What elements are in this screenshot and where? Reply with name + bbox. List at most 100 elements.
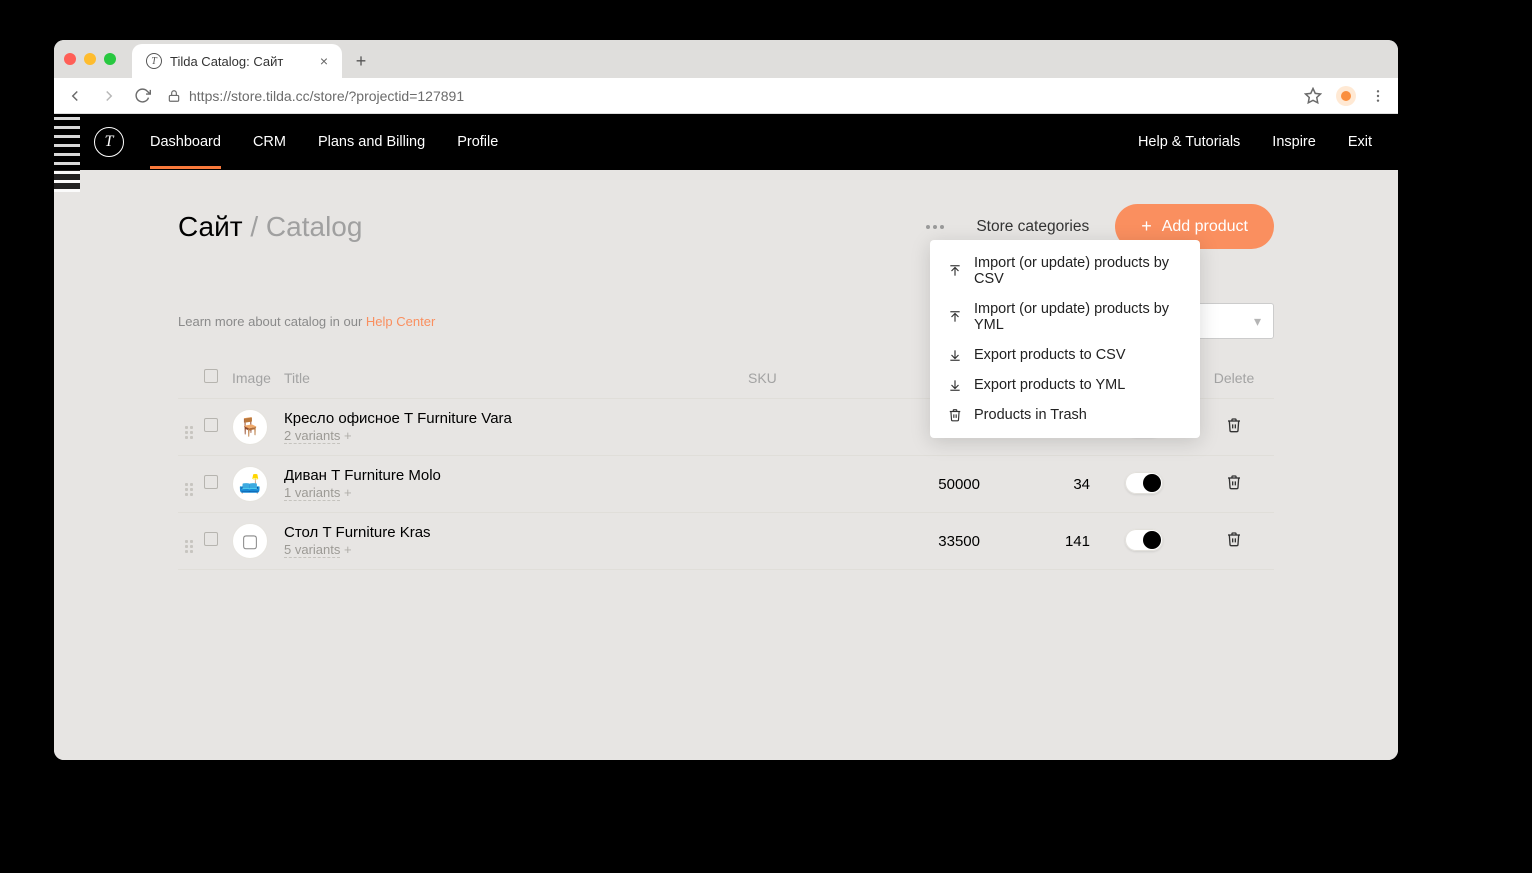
add-variant-icon[interactable]: +: [340, 428, 351, 443]
browser-menu-icon[interactable]: [1370, 88, 1386, 104]
add-variant-icon[interactable]: +: [340, 542, 351, 557]
nav-exit[interactable]: Exit: [1348, 134, 1372, 150]
dd-label: Export products to YML: [974, 377, 1125, 393]
row-checkbox[interactable]: [204, 418, 218, 432]
dd-label: Products in Trash: [974, 407, 1087, 423]
url-text: https://store.tilda.cc/store/?projectid=…: [189, 88, 464, 104]
product-sku: [744, 399, 864, 456]
table-row: 🛋️ Диван T Furniture Molo 1 variants + 5…: [178, 456, 1274, 513]
drag-handle[interactable]: [178, 399, 200, 456]
col-delete: Delete: [1194, 361, 1274, 399]
dd-label: Import (or update) products by CSV: [974, 255, 1182, 287]
product-thumb[interactable]: 🛋️: [232, 466, 268, 502]
product-thumb[interactable]: 🪑: [232, 409, 268, 445]
viewport: T Tilda Catalog: Сайт × + https://store.…: [0, 0, 1532, 873]
product-sku: [744, 513, 864, 570]
close-window-icon[interactable]: [64, 53, 76, 65]
drag-handle[interactable]: [178, 513, 200, 570]
nav-profile[interactable]: Profile: [457, 116, 498, 168]
learn-more: Learn more about catalog in our Help Cen…: [178, 314, 435, 329]
product-price: 33500: [864, 513, 984, 570]
chevron-down-icon: ▾: [1254, 313, 1261, 330]
lock-icon: [167, 89, 181, 103]
product-sku: [744, 456, 864, 513]
product-variants[interactable]: 5 variants: [284, 542, 340, 558]
row-checkbox[interactable]: [204, 475, 218, 489]
col-title: Title: [280, 361, 744, 399]
star-icon[interactable]: [1304, 87, 1322, 105]
decorative-stripe: [54, 114, 80, 192]
row-checkbox[interactable]: [204, 532, 218, 546]
page-header: Сайт / Catalog Store categories + Add pr…: [178, 170, 1274, 277]
top-nav: T Dashboard CRM Plans and Billing Profil…: [54, 114, 1398, 170]
add-product-label: Add product: [1162, 218, 1248, 236]
upload-icon: [948, 264, 962, 278]
nav-links: Dashboard CRM Plans and Billing Profile: [150, 116, 498, 168]
nav-plans[interactable]: Plans and Billing: [318, 116, 425, 168]
view-toggle[interactable]: [1125, 472, 1163, 494]
breadcrumb-site[interactable]: Сайт: [178, 211, 243, 242]
logo-icon[interactable]: T: [94, 127, 124, 157]
delete-button[interactable]: [1226, 474, 1242, 490]
table-row: ▢ Стол T Furniture Kras 5 variants + 335…: [178, 513, 1274, 570]
store-categories-link[interactable]: Store categories: [976, 218, 1089, 236]
delete-button[interactable]: [1226, 531, 1242, 547]
breadcrumb-section: Catalog: [266, 211, 363, 242]
dd-label: Export products to CSV: [974, 347, 1126, 363]
nav-back-icon[interactable]: [66, 87, 84, 105]
tab-title: Tilda Catalog: Сайт: [170, 54, 283, 69]
more-menu-button[interactable]: [920, 219, 950, 235]
drag-handle[interactable]: [178, 456, 200, 513]
product-qty: 141: [984, 513, 1094, 570]
col-image: Image: [228, 361, 280, 399]
maximize-window-icon[interactable]: [104, 53, 116, 65]
nav-crm[interactable]: CRM: [253, 116, 286, 168]
window-controls: [64, 40, 132, 78]
download-icon: [948, 378, 962, 392]
dd-export-csv[interactable]: Export products to CSV: [930, 340, 1200, 370]
site: T Dashboard CRM Plans and Billing Profil…: [54, 114, 1398, 760]
product-title[interactable]: Кресло офисное T Furniture Vara: [284, 410, 740, 427]
add-variant-icon[interactable]: +: [340, 485, 351, 500]
delete-button[interactable]: [1226, 417, 1242, 433]
dd-label: Import (or update) products by YML: [974, 301, 1182, 333]
nav-right: Help & Tutorials Inspire Exit: [1138, 134, 1372, 150]
download-icon: [948, 348, 962, 362]
help-center-link[interactable]: Help Center: [366, 314, 435, 329]
address-bar: https://store.tilda.cc/store/?projectid=…: [54, 78, 1398, 114]
nav-inspire[interactable]: Inspire: [1272, 134, 1316, 150]
product-variants[interactable]: 1 variants: [284, 485, 340, 501]
close-tab-icon[interactable]: ×: [320, 53, 328, 69]
minimize-window-icon[interactable]: [84, 53, 96, 65]
product-variants[interactable]: 2 variants: [284, 428, 340, 444]
extension-icon[interactable]: [1336, 86, 1356, 106]
nav-reload-icon[interactable]: [134, 87, 151, 104]
plus-icon: +: [1141, 216, 1152, 237]
nav-dashboard[interactable]: Dashboard: [150, 116, 221, 168]
select-all-checkbox[interactable]: [204, 369, 218, 383]
dd-trash[interactable]: Products in Trash: [930, 400, 1200, 430]
learn-prefix: Learn more about catalog in our: [178, 314, 366, 329]
view-toggle[interactable]: [1125, 529, 1163, 551]
breadcrumb: Сайт / Catalog: [178, 211, 362, 243]
nav-forward-icon[interactable]: [100, 87, 118, 105]
url-field[interactable]: https://store.tilda.cc/store/?projectid=…: [167, 88, 1288, 104]
product-title[interactable]: Стол T Furniture Kras: [284, 524, 740, 541]
new-tab-button[interactable]: +: [346, 46, 376, 76]
page: Сайт / Catalog Store categories + Add pr…: [54, 170, 1398, 570]
product-qty: 34: [984, 456, 1094, 513]
dd-import-yml[interactable]: Import (or update) products by YML: [930, 294, 1200, 340]
more-dropdown: Import (or update) products by CSV Impor…: [930, 240, 1200, 438]
tab-strip: T Tilda Catalog: Сайт × +: [54, 40, 1398, 78]
product-price: 50000: [864, 456, 984, 513]
upload-icon: [948, 310, 962, 324]
product-title[interactable]: Диван T Furniture Molo: [284, 467, 740, 484]
address-bar-right: [1304, 86, 1386, 106]
dd-import-csv[interactable]: Import (or update) products by CSV: [930, 248, 1200, 294]
product-thumb[interactable]: ▢: [232, 523, 268, 559]
browser-tab[interactable]: T Tilda Catalog: Сайт ×: [132, 44, 342, 78]
breadcrumb-sep: /: [250, 211, 266, 242]
nav-help[interactable]: Help & Tutorials: [1138, 134, 1240, 150]
dd-export-yml[interactable]: Export products to YML: [930, 370, 1200, 400]
trash-icon: [948, 408, 962, 422]
